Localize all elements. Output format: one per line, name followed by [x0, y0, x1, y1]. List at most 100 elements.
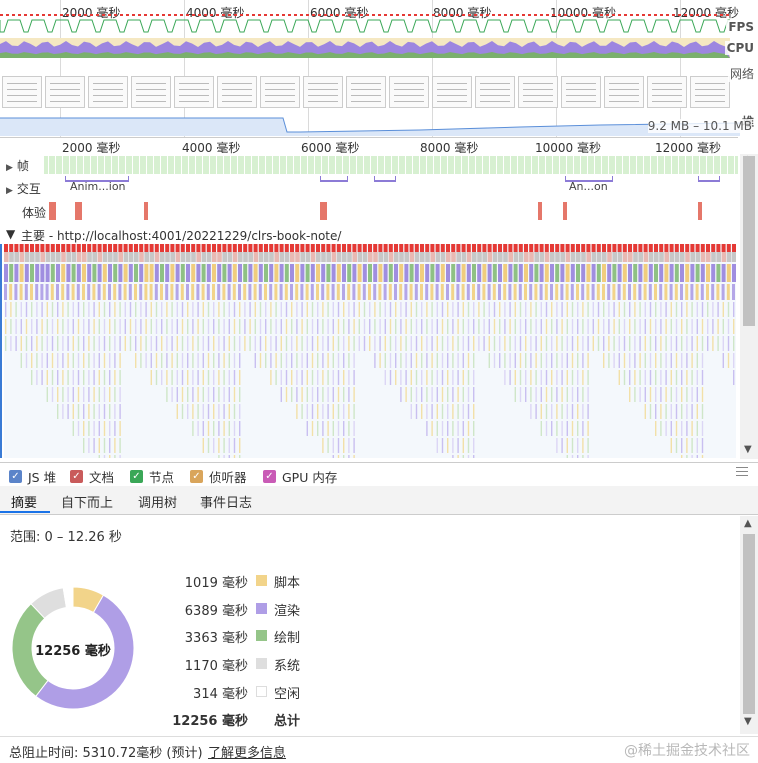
interaction-bar[interactable] [320, 176, 348, 182]
screenshot-thumbnail[interactable] [518, 76, 558, 108]
screenshot-thumbnail[interactable] [690, 76, 730, 108]
screenshot-thumbnail[interactable] [432, 76, 472, 108]
scroll-thumb[interactable] [743, 156, 755, 326]
checkbox-documents[interactable]: ✓ 文档 [70, 467, 114, 486]
category-time: 314 毫秒 [193, 687, 248, 702]
frame-separator [622, 156, 623, 174]
frame-separator [118, 156, 119, 174]
checkbox-icon[interactable]: ✓ [9, 470, 22, 483]
category-swatch [256, 575, 267, 586]
experience-marker[interactable] [698, 202, 702, 220]
frame-separator [664, 156, 665, 174]
experience-marker[interactable] [320, 202, 327, 220]
frame-separator [83, 156, 84, 174]
frame-separator [188, 156, 189, 174]
interaction-bar[interactable] [698, 176, 720, 182]
experience-marker[interactable] [75, 202, 82, 220]
main-thread-header[interactable]: ▼ 主要 - http://localhost:4001/20221229/cl… [0, 226, 738, 243]
frame-separator [496, 156, 497, 174]
fps-chart [0, 14, 730, 33]
category-time: 6389 毫秒 [184, 604, 248, 619]
heap-chart [0, 117, 740, 136]
frame-separator [657, 156, 658, 174]
total-time: 12256 毫秒 [172, 714, 248, 729]
tab-summary[interactable]: 摘要 [11, 492, 37, 511]
experience-marker[interactable] [538, 202, 542, 220]
checkbox-label: GPU 内存 [282, 470, 338, 485]
frame-separator [62, 156, 63, 174]
frame-separator [734, 156, 735, 174]
screenshot-thumbnail[interactable] [2, 76, 42, 108]
screenshot-thumbnail[interactable] [303, 76, 343, 108]
frame-separator [279, 156, 280, 174]
frame-separator [573, 156, 574, 174]
screenshot-thumbnail[interactable] [174, 76, 214, 108]
frame-separator [363, 156, 364, 174]
checkbox-icon[interactable]: ✓ [263, 470, 276, 483]
frame-separator [727, 156, 728, 174]
interactions-track-label[interactable]: ▶ 交互 [6, 180, 44, 197]
frame-separator [216, 156, 217, 174]
frame-separator [300, 156, 301, 174]
category-row-idle: 314 毫秒 空闲 [160, 683, 360, 703]
frame-separator [580, 156, 581, 174]
scroll-up-icon[interactable]: ▲ [744, 518, 752, 529]
screenshot-thumbnail[interactable] [389, 76, 429, 108]
tab-event-log[interactable]: 事件日志 [200, 492, 252, 511]
experience-marker[interactable] [563, 202, 567, 220]
category-time: 1019 毫秒 [184, 576, 248, 591]
checkbox-js-heap[interactable]: ✓ JS 堆 [9, 467, 56, 486]
frame-separator [706, 156, 707, 174]
frame-separator [104, 156, 105, 174]
checkbox-gpu-memory[interactable]: ✓ GPU 内存 [263, 467, 337, 486]
checkbox-icon[interactable]: ✓ [190, 470, 203, 483]
frame-separator [671, 156, 672, 174]
learn-more-link[interactable]: 了解更多信息 [208, 742, 286, 761]
frame-separator [461, 156, 462, 174]
screenshot-thumbnail[interactable] [217, 76, 257, 108]
checkbox-nodes[interactable]: ✓ 节点 [130, 467, 174, 486]
frames-track-label[interactable]: ▶ 帧 [6, 157, 32, 174]
checkbox-icon[interactable]: ✓ [70, 470, 83, 483]
flame-chart[interactable]: ▶ 帧 ▶ 交互 Anim...ion An...on 体验 ▼ 主要 - http… [0, 154, 738, 459]
experience-marker[interactable] [144, 202, 148, 220]
summary-scrollbar[interactable]: ▲ ▼ [740, 516, 758, 734]
experience-track-label: 体验 [22, 204, 50, 221]
screenshot-thumbnail[interactable] [88, 76, 128, 108]
checkbox-listeners[interactable]: ✓ 侦听器 [190, 467, 247, 486]
frame-separator [615, 156, 616, 174]
experience-marker[interactable] [49, 202, 56, 220]
menu-icon[interactable] [736, 467, 748, 479]
expand-arrow-icon[interactable]: ▶ [6, 186, 13, 196]
frames-track[interactable] [44, 156, 738, 174]
checkbox-icon[interactable]: ✓ [130, 470, 143, 483]
frame-separator [286, 156, 287, 174]
screenshot-thumbnail[interactable] [475, 76, 515, 108]
tab-call-tree[interactable]: 调用树 [138, 492, 177, 511]
tab-bottom-up[interactable]: 自下而上 [61, 492, 113, 511]
screenshot-thumbnail[interactable] [260, 76, 300, 108]
category-swatch [256, 603, 267, 614]
frame-separator [517, 156, 518, 174]
screenshot-thumbnail[interactable] [647, 76, 687, 108]
flame-scrollbar[interactable]: ▲ ▼ [740, 154, 758, 459]
screenshot-thumbnail[interactable] [346, 76, 386, 108]
main-thread-flamegraph[interactable] [4, 244, 736, 458]
total-label: 总计 [274, 714, 301, 729]
frame-separator [153, 156, 154, 174]
screenshot-thumbnail[interactable] [131, 76, 171, 108]
interaction-bar[interactable] [374, 176, 396, 182]
frame-separator [48, 156, 49, 174]
cpu-chart [0, 38, 730, 58]
timeline-overview[interactable]: 2000 毫秒 4000 毫秒 6000 毫秒 8000 毫秒 10000 毫秒… [0, 0, 758, 137]
scroll-down-icon[interactable]: ▼ [744, 444, 752, 455]
frame-separator [391, 156, 392, 174]
screenshot-thumbnail[interactable] [561, 76, 601, 108]
scroll-down-icon[interactable]: ▼ [744, 716, 752, 727]
expand-arrow-icon[interactable]: ▶ [6, 163, 13, 173]
screenshot-thumbnail[interactable] [45, 76, 85, 108]
screenshot-thumbnail[interactable] [604, 76, 644, 108]
frame-separator [454, 156, 455, 174]
collapse-arrow-icon[interactable]: ▼ [6, 227, 15, 241]
scroll-thumb[interactable] [743, 534, 755, 714]
